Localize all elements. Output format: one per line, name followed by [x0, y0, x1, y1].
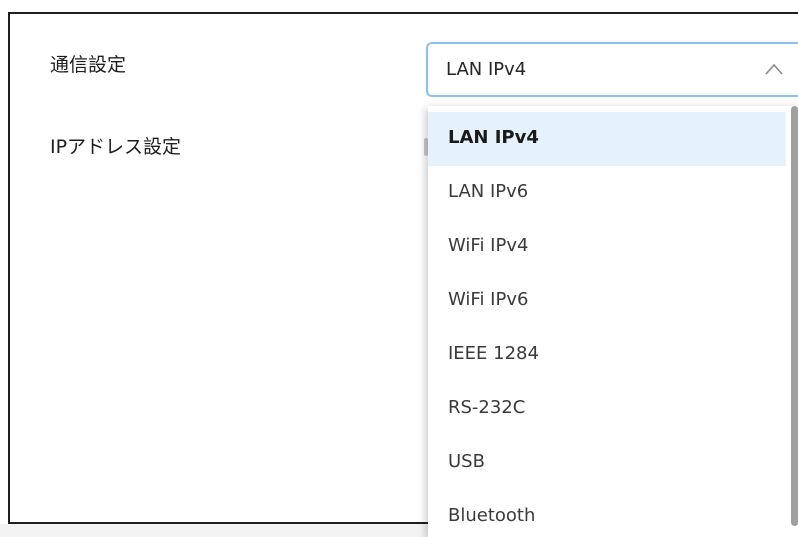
option-rs-232c[interactable]: RS-232C [428, 382, 786, 436]
option-usb[interactable]: USB [428, 436, 786, 490]
option-lan-ipv6[interactable]: LAN IPv6 [428, 166, 786, 220]
comm-setting-select[interactable]: LAN IPv4 [426, 42, 798, 97]
option-wifi-ipv6[interactable]: WiFi IPv6 [428, 274, 786, 328]
ip-setting-label: IPアドレス設定 [50, 136, 182, 158]
comm-setting-label: 通信設定 [50, 54, 127, 76]
chevron-up-icon [765, 63, 783, 75]
option-ieee-1284[interactable]: IEEE 1284 [428, 328, 786, 382]
select-current-value: LAN IPv4 [446, 59, 527, 80]
scrollbar-thumb[interactable] [791, 106, 798, 526]
option-bluetooth[interactable]: Bluetooth [428, 490, 786, 537]
option-lan-ipv4[interactable]: LAN IPv4 [428, 112, 786, 166]
settings-window: 通信設定 IPアドレス設定 LAN IPv4 LAN IPv4 LAN IPv6… [0, 0, 798, 537]
dropdown-scrollbar[interactable] [788, 106, 798, 537]
select-dropdown-list: LAN IPv4 LAN IPv6 WiFi IPv4 WiFi IPv6 IE… [428, 106, 798, 537]
option-wifi-ipv4[interactable]: WiFi IPv4 [428, 220, 786, 274]
